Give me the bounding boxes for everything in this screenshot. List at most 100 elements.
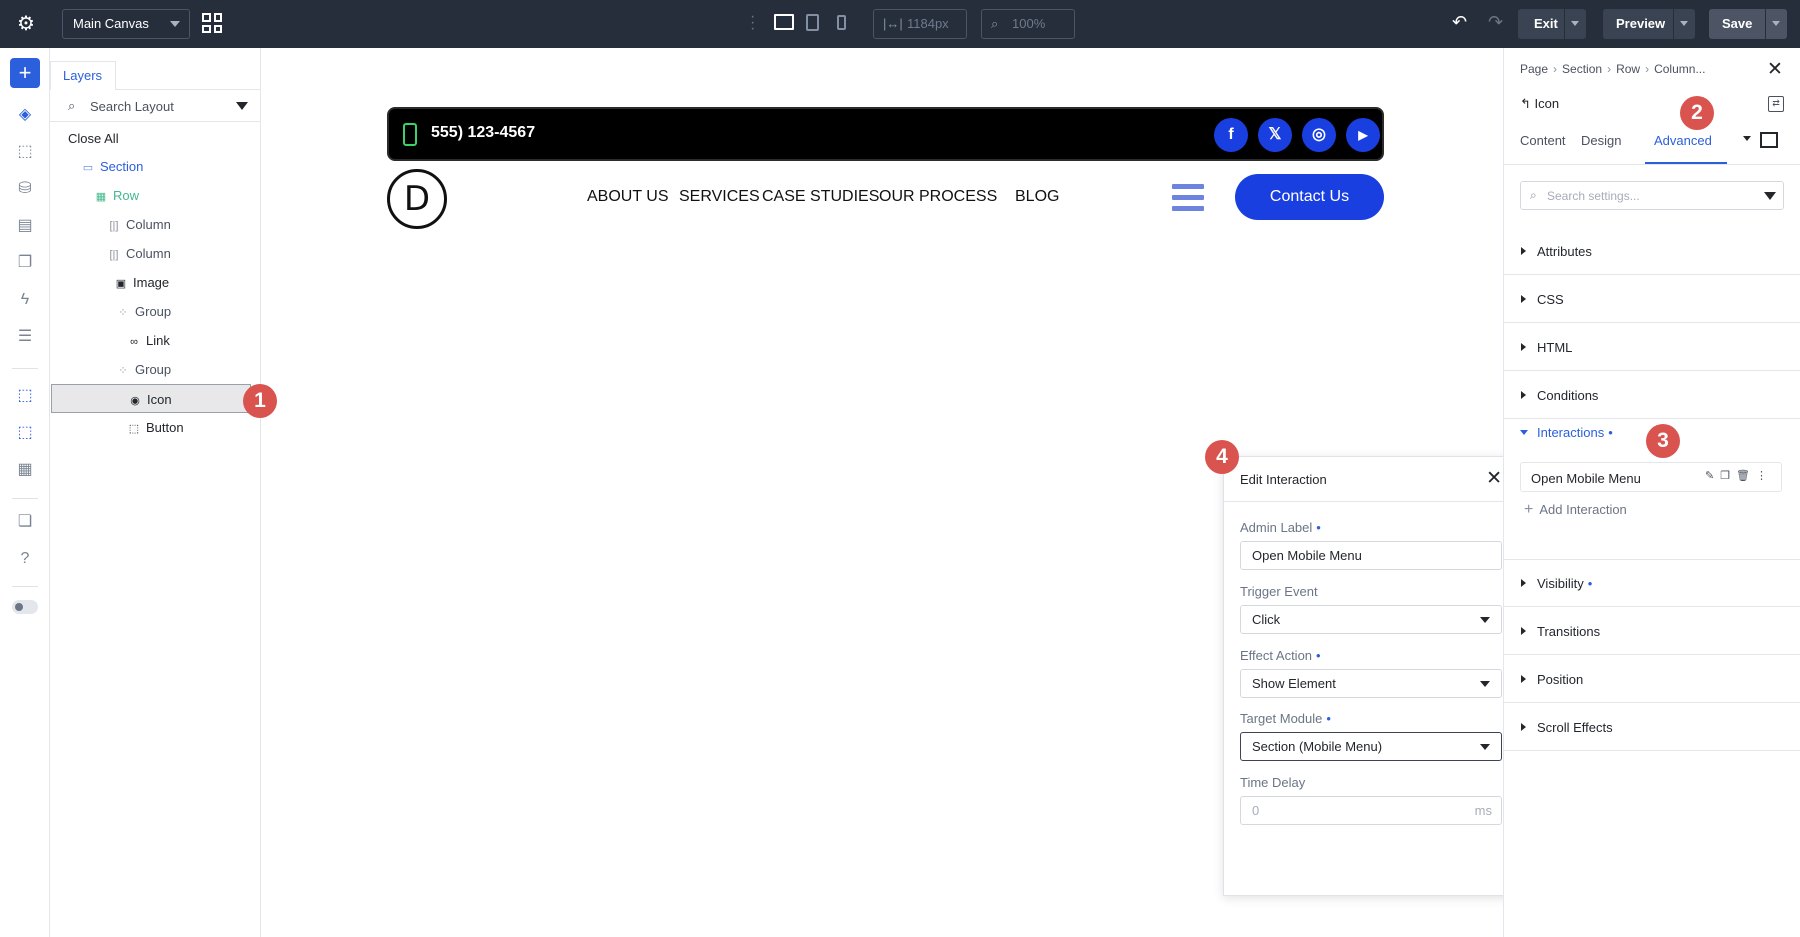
exit-button[interactable]: Exit — [1518, 9, 1586, 39]
layers-icon[interactable]: ◈ — [15, 105, 35, 125]
layer-label: Column — [126, 217, 171, 232]
more-vertical-icon[interactable]: · · · — [750, 9, 755, 37]
trigger-event-select[interactable]: Click — [1240, 605, 1502, 634]
theme-builder-icon[interactable]: ⬚ — [15, 142, 35, 162]
layer-column[interactable]: [|] Column — [50, 239, 261, 268]
section-label: Scroll Effects — [1537, 720, 1613, 735]
youtube-icon[interactable]: ▶ — [1346, 118, 1380, 152]
multi-select-icon[interactable]: ⬚ — [15, 423, 35, 443]
chevron-down-icon[interactable] — [1743, 136, 1751, 141]
instagram-icon[interactable]: ◎ — [1302, 118, 1336, 152]
nav-link-case-studies[interactable]: CASE STUDIES — [762, 188, 879, 206]
time-delay-unit: ms — [1474, 803, 1492, 818]
tab-layers[interactable]: Layers — [50, 61, 116, 90]
add-module-button[interactable]: + — [10, 58, 40, 88]
close-icon[interactable]: ✕ — [1486, 467, 1502, 490]
canvas-select[interactable]: Main Canvas — [62, 9, 190, 39]
back-button[interactable]: ↰ Icon — [1520, 96, 1559, 112]
section-css[interactable]: CSS — [1504, 276, 1800, 323]
edit-icon[interactable]: ✎ — [1705, 470, 1720, 482]
mode-toggle[interactable] — [12, 600, 38, 614]
contact-us-button[interactable]: Contact Us — [1235, 174, 1384, 220]
tablet-view-icon[interactable] — [806, 14, 819, 31]
grid-icon[interactable] — [202, 13, 222, 33]
breadcrumb-row[interactable]: Row — [1616, 62, 1640, 76]
canvas-width-field[interactable]: |↔| 1184px — [873, 9, 967, 39]
desktop-view-icon[interactable] — [774, 14, 794, 30]
more-vertical-icon[interactable]: ⋮ — [1756, 470, 1773, 482]
layers-search-placeholder: Search Layout — [90, 99, 174, 114]
section-attributes[interactable]: Attributes — [1504, 228, 1800, 275]
save-button[interactable]: Save — [1709, 9, 1787, 39]
layer-link[interactable]: ∞ Link — [50, 326, 261, 355]
time-delay-input[interactable]: 0 ms — [1240, 796, 1502, 825]
tab-advanced[interactable]: Advanced — [1654, 133, 1712, 148]
zoom-field[interactable]: ⌕ 100% — [981, 9, 1075, 39]
tab-design[interactable]: Design — [1581, 133, 1621, 148]
layers-search-input[interactable]: ⌕ Search Layout — [50, 90, 261, 122]
preview-button[interactable]: Preview — [1603, 9, 1695, 39]
nav-link-about[interactable]: ABOUT US — [587, 188, 669, 206]
add-interaction-button[interactable]: + Add Interaction — [1524, 501, 1627, 519]
section-scroll-effects[interactable]: Scroll Effects — [1504, 704, 1800, 751]
hamburger-menu-icon[interactable] — [1172, 184, 1204, 217]
admin-label-input[interactable]: Open Mobile Menu — [1240, 541, 1502, 570]
layer-image[interactable]: ▣ Image — [50, 268, 261, 297]
site-logo[interactable]: D — [387, 169, 447, 229]
breadcrumb-page[interactable]: Page — [1520, 62, 1548, 76]
gear-icon[interactable]: ⚙ — [15, 13, 37, 35]
section-position[interactable]: Position — [1504, 656, 1800, 703]
section-html[interactable]: HTML — [1504, 324, 1800, 371]
redo-icon[interactable]: ↷ — [1488, 12, 1503, 33]
nav-link-process[interactable]: OUR PROCESS — [879, 188, 997, 206]
filter-icon[interactable] — [1764, 192, 1776, 200]
layer-group[interactable]: ⁘ Group — [50, 355, 261, 384]
add-interaction-label: Add Interaction — [1539, 502, 1627, 517]
layer-icon-selected[interactable]: ◉ Icon — [51, 384, 251, 413]
section-transitions[interactable]: Transitions — [1504, 608, 1800, 655]
close-all-button[interactable]: Close All — [50, 124, 261, 153]
library-icon[interactable]: ❏ — [15, 512, 35, 532]
layer-column[interactable]: [|] Column — [50, 210, 261, 239]
layer-group[interactable]: ⁘ Group — [50, 297, 261, 326]
interaction-item-label: Open Mobile Menu — [1531, 471, 1641, 486]
x-icon[interactable]: 𝕏 — [1258, 118, 1292, 152]
database-icon[interactable]: ⛁ — [15, 179, 35, 199]
undo-icon[interactable]: ↶ — [1452, 12, 1467, 33]
select-element-icon[interactable]: ⬚ — [15, 386, 35, 406]
breadcrumb-column[interactable]: Column — [1654, 62, 1695, 76]
preview-dropdown-toggle[interactable] — [1673, 9, 1695, 39]
exit-dropdown-toggle[interactable] — [1564, 9, 1586, 39]
layer-row[interactable]: ▦ Row — [50, 181, 261, 210]
settings-search-input[interactable]: ⌕ Search settings... — [1520, 181, 1784, 210]
save-dropdown-toggle[interactable] — [1765, 9, 1787, 39]
effect-action-select[interactable]: Show Element — [1240, 669, 1502, 698]
layer-section[interactable]: ▭ Section — [50, 152, 261, 181]
filter-icon[interactable] — [236, 102, 248, 110]
help-icon[interactable]: ? — [15, 549, 35, 569]
facebook-icon[interactable]: f — [1214, 118, 1248, 152]
tab-content[interactable]: Content — [1520, 133, 1566, 148]
nav-link-services[interactable]: SERVICES — [679, 188, 760, 206]
button-module-icon: ⬚ — [128, 423, 140, 435]
preferences-icon[interactable]: ⇄ — [1768, 96, 1784, 112]
breadcrumb-section[interactable]: Section — [1562, 62, 1602, 76]
layout-view-icon[interactable]: ▦ — [15, 460, 35, 480]
close-icon[interactable]: ✕ — [1767, 58, 1783, 81]
phone-view-icon[interactable] — [837, 15, 846, 30]
expand-panel-icon[interactable] — [1760, 132, 1778, 148]
target-module-select[interactable]: Section (Mobile Menu) — [1240, 732, 1502, 761]
layer-button[interactable]: ⬚ Button — [50, 413, 261, 442]
duplicate-icon[interactable]: ❐ — [1720, 470, 1736, 482]
lightning-icon[interactable]: ϟ — [15, 290, 35, 310]
trash-icon[interactable]: 🗑 — [1736, 470, 1756, 482]
presets-icon[interactable]: ☰ — [15, 327, 35, 347]
target-module-value: Section (Mobile Menu) — [1252, 739, 1383, 754]
interaction-item[interactable]: Open Mobile Menu ✎❐🗑⋮ — [1520, 462, 1782, 492]
page-settings-icon[interactable]: ▤ — [15, 216, 35, 236]
section-label: Visibility — [1537, 576, 1584, 591]
nav-link-blog[interactable]: BLOG — [1015, 188, 1059, 206]
breadcrumb-more[interactable]: ... — [1695, 62, 1705, 76]
pages-icon[interactable]: ❐ — [15, 253, 35, 273]
section-visibility[interactable]: Visibility • — [1504, 560, 1800, 607]
